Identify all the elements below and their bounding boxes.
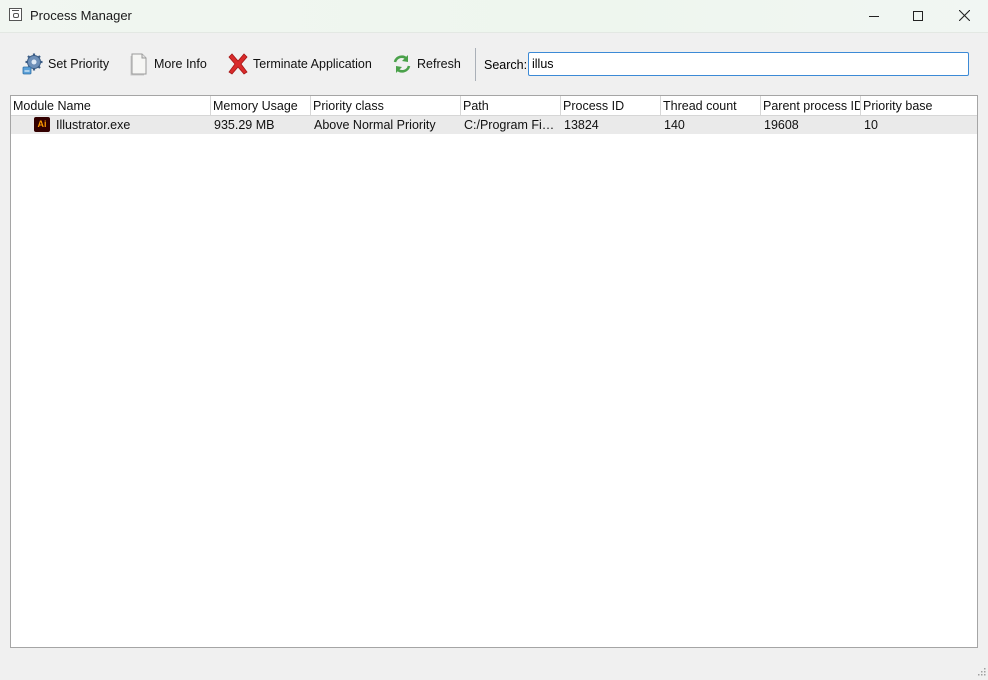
table-row[interactable]: Ai Illustrator.exe 935.29 MB Above Norma… — [11, 116, 977, 134]
column-header-priority-base[interactable]: Priority base — [861, 96, 977, 115]
column-header-priority-class[interactable]: Priority class — [311, 96, 461, 115]
app-icon — [9, 8, 22, 21]
close-button[interactable] — [941, 0, 987, 31]
cell-thread-count: 140 — [664, 118, 685, 132]
more-info-button[interactable]: More Info — [128, 48, 207, 80]
maximize-icon — [913, 10, 923, 21]
cell-process-id: 13824 — [564, 118, 599, 132]
refresh-label: Refresh — [417, 57, 461, 71]
search-input[interactable] — [528, 52, 969, 76]
column-header-parent-process-id[interactable]: Parent process ID — [761, 96, 861, 115]
terminate-application-label: Terminate Application — [253, 57, 372, 71]
cell-path: C:/Program Files/Adobe/Adobe Illustrator… — [464, 118, 561, 132]
search-label: Search: — [484, 58, 528, 72]
column-header-path[interactable]: Path — [461, 96, 561, 115]
minimize-button[interactable] — [851, 0, 897, 31]
red-x-icon — [227, 52, 249, 76]
terminate-application-button[interactable]: Terminate Application — [227, 48, 372, 80]
maximize-button[interactable] — [895, 0, 941, 31]
cell-module-name: Illustrator.exe — [56, 118, 131, 132]
refresh-icon — [391, 52, 413, 76]
cell-parent-process-id: 19608 — [764, 118, 799, 132]
gear-icon — [22, 52, 44, 76]
column-header-module-name[interactable]: Module Name — [11, 96, 211, 115]
column-header-process-id[interactable]: Process ID — [561, 96, 661, 115]
minimize-icon — [869, 15, 879, 17]
document-icon — [128, 52, 150, 76]
resize-grip-icon[interactable] — [976, 668, 986, 678]
table-header: Module Name Memory Usage Priority class … — [11, 96, 977, 116]
column-header-thread-count[interactable]: Thread count — [661, 96, 761, 115]
title-bar: Process Manager — [0, 0, 988, 33]
more-info-label: More Info — [154, 57, 207, 71]
set-priority-button[interactable]: Set Priority — [22, 48, 109, 80]
process-table: Module Name Memory Usage Priority class … — [10, 95, 978, 648]
toolbar-separator — [475, 48, 476, 81]
cell-memory-usage: 935.29 MB — [214, 118, 275, 132]
cell-priority-base: 10 — [864, 118, 878, 132]
window-title: Process Manager — [30, 8, 132, 23]
refresh-button[interactable]: Refresh — [391, 48, 461, 80]
cell-priority-class: Above Normal Priority — [314, 118, 436, 132]
close-icon — [958, 10, 970, 21]
set-priority-label: Set Priority — [48, 57, 110, 71]
column-header-memory-usage[interactable]: Memory Usage — [211, 96, 311, 115]
illustrator-app-icon: Ai — [34, 117, 50, 132]
